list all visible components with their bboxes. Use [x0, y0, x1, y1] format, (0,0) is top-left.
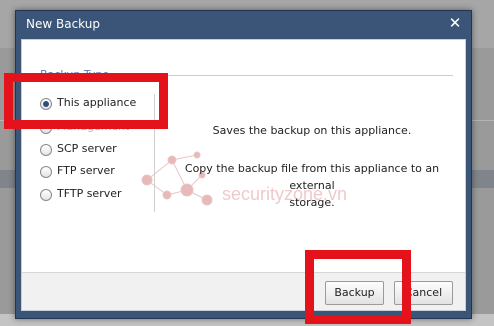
this-appliance-description: Saves the backup on this appliance.	[212, 124, 412, 137]
option-management[interactable]: Management	[40, 120, 160, 138]
option-label: FTP server	[57, 164, 115, 177]
backup-type-heading: Backup Type	[40, 68, 114, 81]
dialog-body: Backup Type This appliance Management SC…	[21, 39, 466, 311]
dialog-title: New Backup	[26, 17, 100, 31]
description-line-2: storage.	[289, 196, 335, 209]
radio-ftp-server[interactable]	[40, 166, 52, 178]
radio-this-appliance[interactable]	[40, 98, 52, 110]
option-label: Management	[57, 120, 130, 133]
description-line-1: Copy the backup file from this appliance…	[184, 162, 440, 192]
radio-scp-server[interactable]	[40, 144, 52, 156]
dialog-footer: Backup Cancel	[22, 273, 465, 310]
dialog-titlebar: New Backup ✕	[16, 11, 471, 38]
external-storage-description: Copy the backup file from this appliance…	[172, 160, 452, 211]
option-tftp-server[interactable]: TFTP server	[40, 187, 160, 205]
option-label: TFTP server	[57, 187, 122, 200]
new-backup-dialog: New Backup ✕ Backup Type This appliance …	[15, 10, 472, 319]
option-scp-server[interactable]: SCP server	[40, 142, 160, 160]
radio-management[interactable]	[40, 122, 52, 134]
option-ftp-server[interactable]: FTP server	[40, 164, 160, 182]
option-label: SCP server	[57, 142, 117, 155]
cancel-button[interactable]: Cancel	[394, 281, 453, 305]
option-this-appliance[interactable]: This appliance	[40, 96, 160, 114]
backup-button[interactable]: Backup	[325, 281, 384, 305]
radio-tftp-server[interactable]	[40, 189, 52, 201]
option-label: This appliance	[57, 96, 137, 109]
options-divider	[154, 94, 155, 212]
close-icon[interactable]: ✕	[447, 14, 463, 32]
